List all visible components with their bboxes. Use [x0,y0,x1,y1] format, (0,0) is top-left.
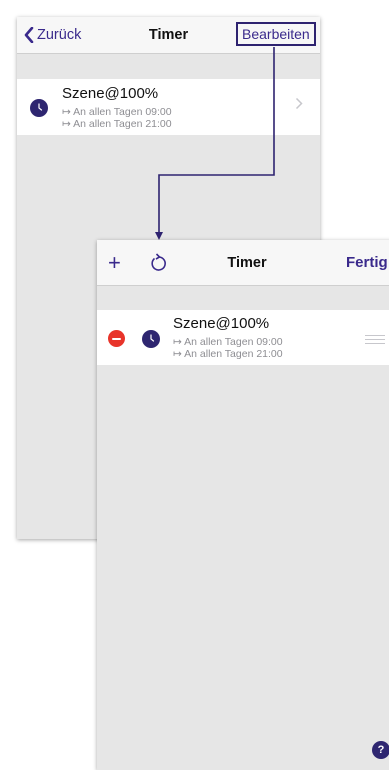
delete-icon[interactable] [108,330,125,347]
clock-icon [30,99,48,117]
reorder-icon[interactable] [365,335,385,347]
navigation-bar: Timer Zurück Bearbeiten [17,17,320,54]
timer-title: Szene@100% [173,315,270,332]
chevron-right-icon [295,97,303,110]
edit-button[interactable]: Bearbeiten [236,22,316,46]
timer-schedule-off: ↦ An allen Tagen 21:00 [173,348,283,360]
back-label: Zurück [37,27,82,43]
timer-schedule-on: ↦ An allen Tagen 09:00 [173,336,283,348]
timer-schedule-off: ↦ An allen Tagen 21:00 [62,118,172,130]
help-icon[interactable]: ? [372,741,389,759]
clock-icon [142,330,160,348]
timer-title: Szene@100% [62,85,159,102]
done-button[interactable]: Fertig [346,240,388,285]
back-button[interactable]: Zurück [24,17,81,53]
refresh-icon[interactable] [149,240,167,285]
navigation-bar: Timer + Fertig [97,240,389,286]
back-chevron-icon [24,27,34,43]
timer-screen-after: Timer + Fertig Szene@100% ↦ An allen Tag… [97,240,389,770]
timer-schedule-on: ↦ An allen Tagen 09:00 [62,106,172,118]
plus-icon[interactable]: + [108,240,121,285]
timer-row[interactable]: Szene@100% ↦ An allen Tagen 09:00 ↦ An a… [17,79,320,135]
timer-row[interactable]: Szene@100% ↦ An allen Tagen 09:00 ↦ An a… [97,310,389,365]
